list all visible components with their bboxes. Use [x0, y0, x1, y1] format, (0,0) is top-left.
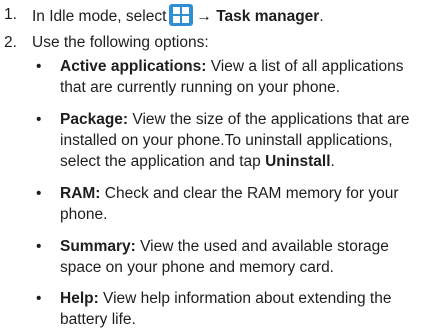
option-line: View the size of the applications that a…	[128, 111, 410, 128]
option-line: Check and clear the RAM memory for your	[100, 185, 399, 202]
bullet: •	[36, 290, 42, 307]
arrow: →	[196, 8, 212, 25]
option-text: Summary: View the used and available sto…	[60, 236, 420, 278]
option-text: RAM: Check and clear the RAM memory for …	[60, 183, 420, 225]
bullet: •	[36, 238, 42, 255]
option-line: installed on your phone.To uninstall app…	[60, 132, 393, 149]
step-text: In Idle mode, select → Task manager.	[32, 4, 324, 27]
option-text: Active applications: View a list of all …	[60, 56, 420, 98]
option-line: battery life.	[60, 311, 136, 328]
option-term: Summary:	[60, 238, 136, 255]
option-term: RAM:	[60, 185, 101, 202]
option-text: Package: View the size of the applicatio…	[60, 109, 420, 172]
option-line: View a list of all applications	[206, 58, 404, 75]
step-number: 2.	[4, 34, 17, 51]
option-line: View help information about extending th…	[98, 290, 392, 307]
option-line-end: .	[330, 153, 335, 170]
option-line: View the used and available storage	[135, 238, 389, 255]
option-line: space on your phone and memory card.	[60, 259, 334, 276]
manual-page: 1. In Idle mode, select → Task manager. 2…	[0, 0, 432, 328]
step-text: Use the following options:	[32, 34, 209, 51]
task-manager-label: Task manager	[216, 8, 320, 25]
option-line: that are currently running on your phone…	[60, 79, 341, 96]
step-number: 1.	[4, 6, 17, 23]
bullet: •	[36, 111, 42, 128]
apps-grid-icon	[169, 4, 194, 26]
uninstall-label: Uninstall	[265, 153, 331, 170]
bullet: •	[36, 58, 42, 75]
option-term: Active applications:	[60, 58, 207, 75]
bullet: •	[36, 185, 42, 202]
step-text-end: .	[319, 8, 324, 25]
option-text: Help: View help information about extend…	[60, 288, 420, 330]
option-term: Help:	[60, 290, 99, 307]
option-line: phone.	[60, 206, 108, 223]
step-text-lead: In Idle mode, select	[32, 8, 167, 25]
option-term: Package:	[60, 111, 129, 128]
option-line: select the application and tap	[60, 153, 266, 170]
